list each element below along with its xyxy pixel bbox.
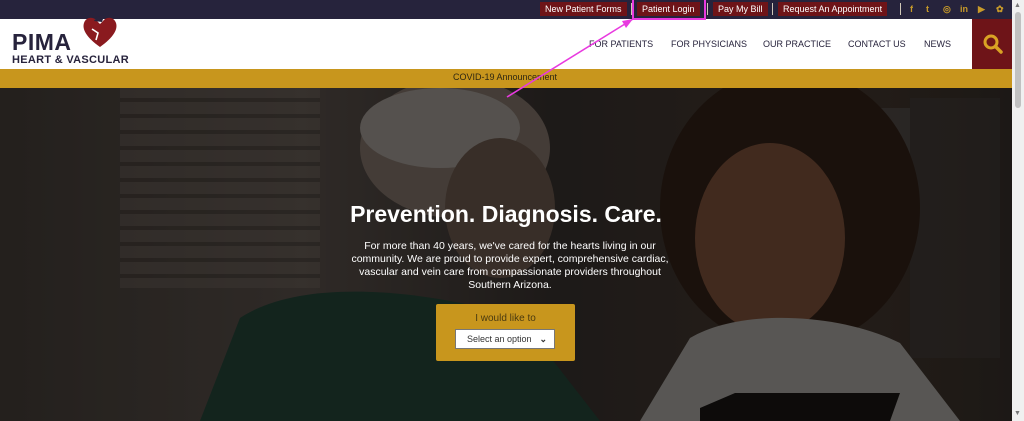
search-icon (983, 34, 1003, 54)
divider (772, 3, 773, 15)
hero-title: Prevention. Diagnosis. Care. (350, 201, 662, 227)
logo-subtitle: HEART & VASCULAR (12, 54, 130, 66)
site-header: PIMA HEART & VASCULAR FOR PATIENTS FOR P… (0, 15, 1012, 69)
nav-contact-us[interactable]: CONTACT US (848, 39, 906, 49)
new-patient-forms-link[interactable]: New Patient Forms (540, 2, 627, 16)
hero-section: Prevention. Diagnosis. Care. For more th… (0, 88, 1012, 421)
nav-for-patients[interactable]: FOR PATIENTS (589, 39, 653, 49)
announcement-bar: COVID-19 Announcement (0, 69, 1012, 88)
divider (707, 3, 708, 15)
nav-our-practice[interactable]: OUR PRACTICE (763, 39, 831, 49)
twitter-icon[interactable]: t (926, 2, 929, 16)
nav-news[interactable]: NEWS (924, 39, 951, 49)
page-scrollbar[interactable]: ▲ ▼ (1012, 0, 1024, 421)
select-value: Select an option (467, 334, 532, 344)
heart-logo-icon (83, 15, 117, 47)
covid-announcement-link[interactable]: COVID-19 Announcement (453, 72, 557, 82)
chevron-down-icon: ⌄ (539, 334, 547, 344)
nav-for-physicians[interactable]: FOR PHYSICIANS (671, 39, 747, 49)
yelp-icon[interactable]: ✿ (996, 2, 1004, 16)
facebook-icon[interactable]: f (910, 2, 913, 16)
request-appointment-link[interactable]: Request An Appointment (778, 2, 888, 16)
search-button[interactable] (972, 19, 1012, 69)
divider (631, 3, 632, 15)
action-selector-panel: I would like to Select an option ⌄ (436, 304, 575, 361)
logo-wordmark: PIMA (12, 29, 72, 55)
divider (900, 3, 901, 15)
instagram-icon[interactable]: ◎ (943, 2, 951, 16)
hero-description: For more than 40 years, we've cared for … (351, 240, 669, 291)
patient-login-link[interactable]: Patient Login (637, 2, 700, 16)
scroll-up-icon[interactable]: ▲ (1014, 2, 1021, 9)
scroll-down-icon[interactable]: ▼ (1014, 410, 1021, 417)
select-label: I would like to (475, 313, 536, 324)
scroll-thumb[interactable] (1015, 12, 1021, 108)
linkedin-icon[interactable]: in (960, 2, 968, 16)
action-select[interactable]: Select an option ⌄ (455, 329, 555, 349)
pay-my-bill-link[interactable]: Pay My Bill (713, 2, 768, 16)
utility-bar: New Patient Forms Patient Login Pay My B… (0, 0, 1012, 19)
youtube-icon[interactable]: ▶ (978, 2, 985, 16)
